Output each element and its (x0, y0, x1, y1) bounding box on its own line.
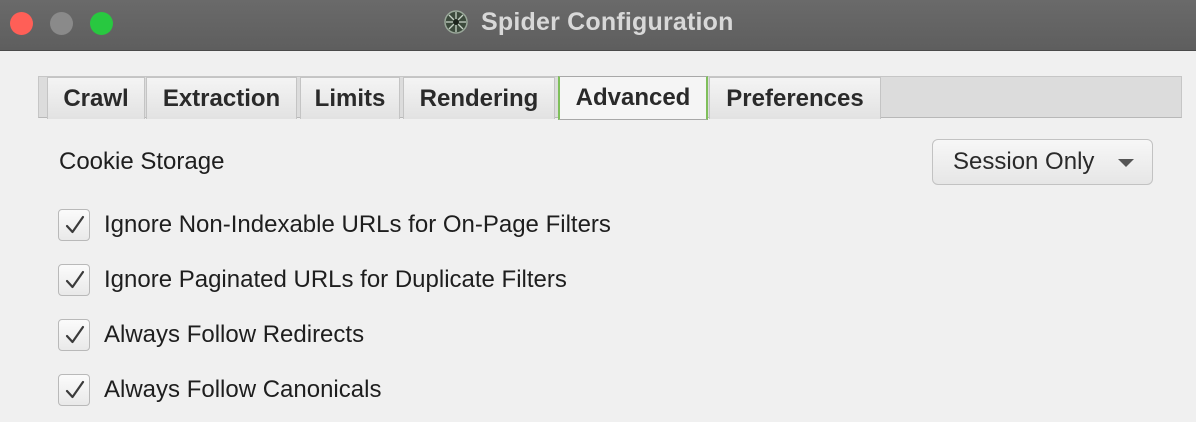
always-follow-redirects-label: Always Follow Redirects (104, 321, 365, 348)
checkmark-icon (65, 325, 85, 344)
chevron-down-icon (1118, 159, 1134, 167)
tab-limits[interactable]: Limits (300, 77, 400, 119)
spider-app-icon (443, 9, 469, 35)
maximize-window-button[interactable] (90, 12, 113, 35)
cookie-storage-dropdown[interactable]: Session Only (932, 139, 1153, 185)
always-follow-redirects-checkbox[interactable] (58, 319, 90, 351)
ignore-non-indexable-row[interactable]: Ignore Non-Indexable URLs for On-Page Fi… (58, 208, 611, 242)
minimize-window-button[interactable] (50, 12, 73, 35)
ignore-non-indexable-checkbox[interactable] (58, 209, 90, 241)
checkmark-icon (65, 215, 85, 234)
title-bar: Spider Configuration (0, 0, 1196, 51)
always-follow-redirects-row[interactable]: Always Follow Redirects (58, 318, 364, 352)
ignore-non-indexable-label: Ignore Non-Indexable URLs for On-Page Fi… (104, 211, 611, 238)
cookie-storage-selected-value: Session Only (953, 148, 1095, 175)
tab-strip: Crawl Extraction Limits Rendering Advanc… (38, 76, 1182, 120)
tab-preferences[interactable]: Preferences (709, 77, 881, 119)
always-follow-canonicals-label: Always Follow Canonicals (104, 376, 382, 403)
ignore-paginated-checkbox[interactable] (58, 264, 90, 296)
close-window-button[interactable] (10, 12, 33, 35)
ignore-paginated-label: Ignore Paginated URLs for Duplicate Filt… (104, 266, 567, 293)
cookie-storage-label: Cookie Storage (59, 148, 225, 175)
tab-advanced[interactable]: Advanced (558, 76, 708, 120)
always-follow-canonicals-checkbox[interactable] (58, 374, 90, 406)
ignore-paginated-row[interactable]: Ignore Paginated URLs for Duplicate Filt… (58, 263, 567, 297)
tab-rendering[interactable]: Rendering (403, 77, 555, 119)
window-title-group: Spider Configuration (443, 6, 734, 38)
checkmark-icon (65, 270, 85, 289)
always-follow-canonicals-row[interactable]: Always Follow Canonicals (58, 373, 381, 407)
tab-extraction[interactable]: Extraction (146, 77, 297, 119)
spider-configuration-window: Spider Configuration Crawl Extraction Li… (0, 0, 1196, 422)
checkmark-icon (65, 380, 85, 399)
tab-crawl[interactable]: Crawl (47, 77, 145, 119)
window-title: Spider Configuration (481, 7, 734, 36)
